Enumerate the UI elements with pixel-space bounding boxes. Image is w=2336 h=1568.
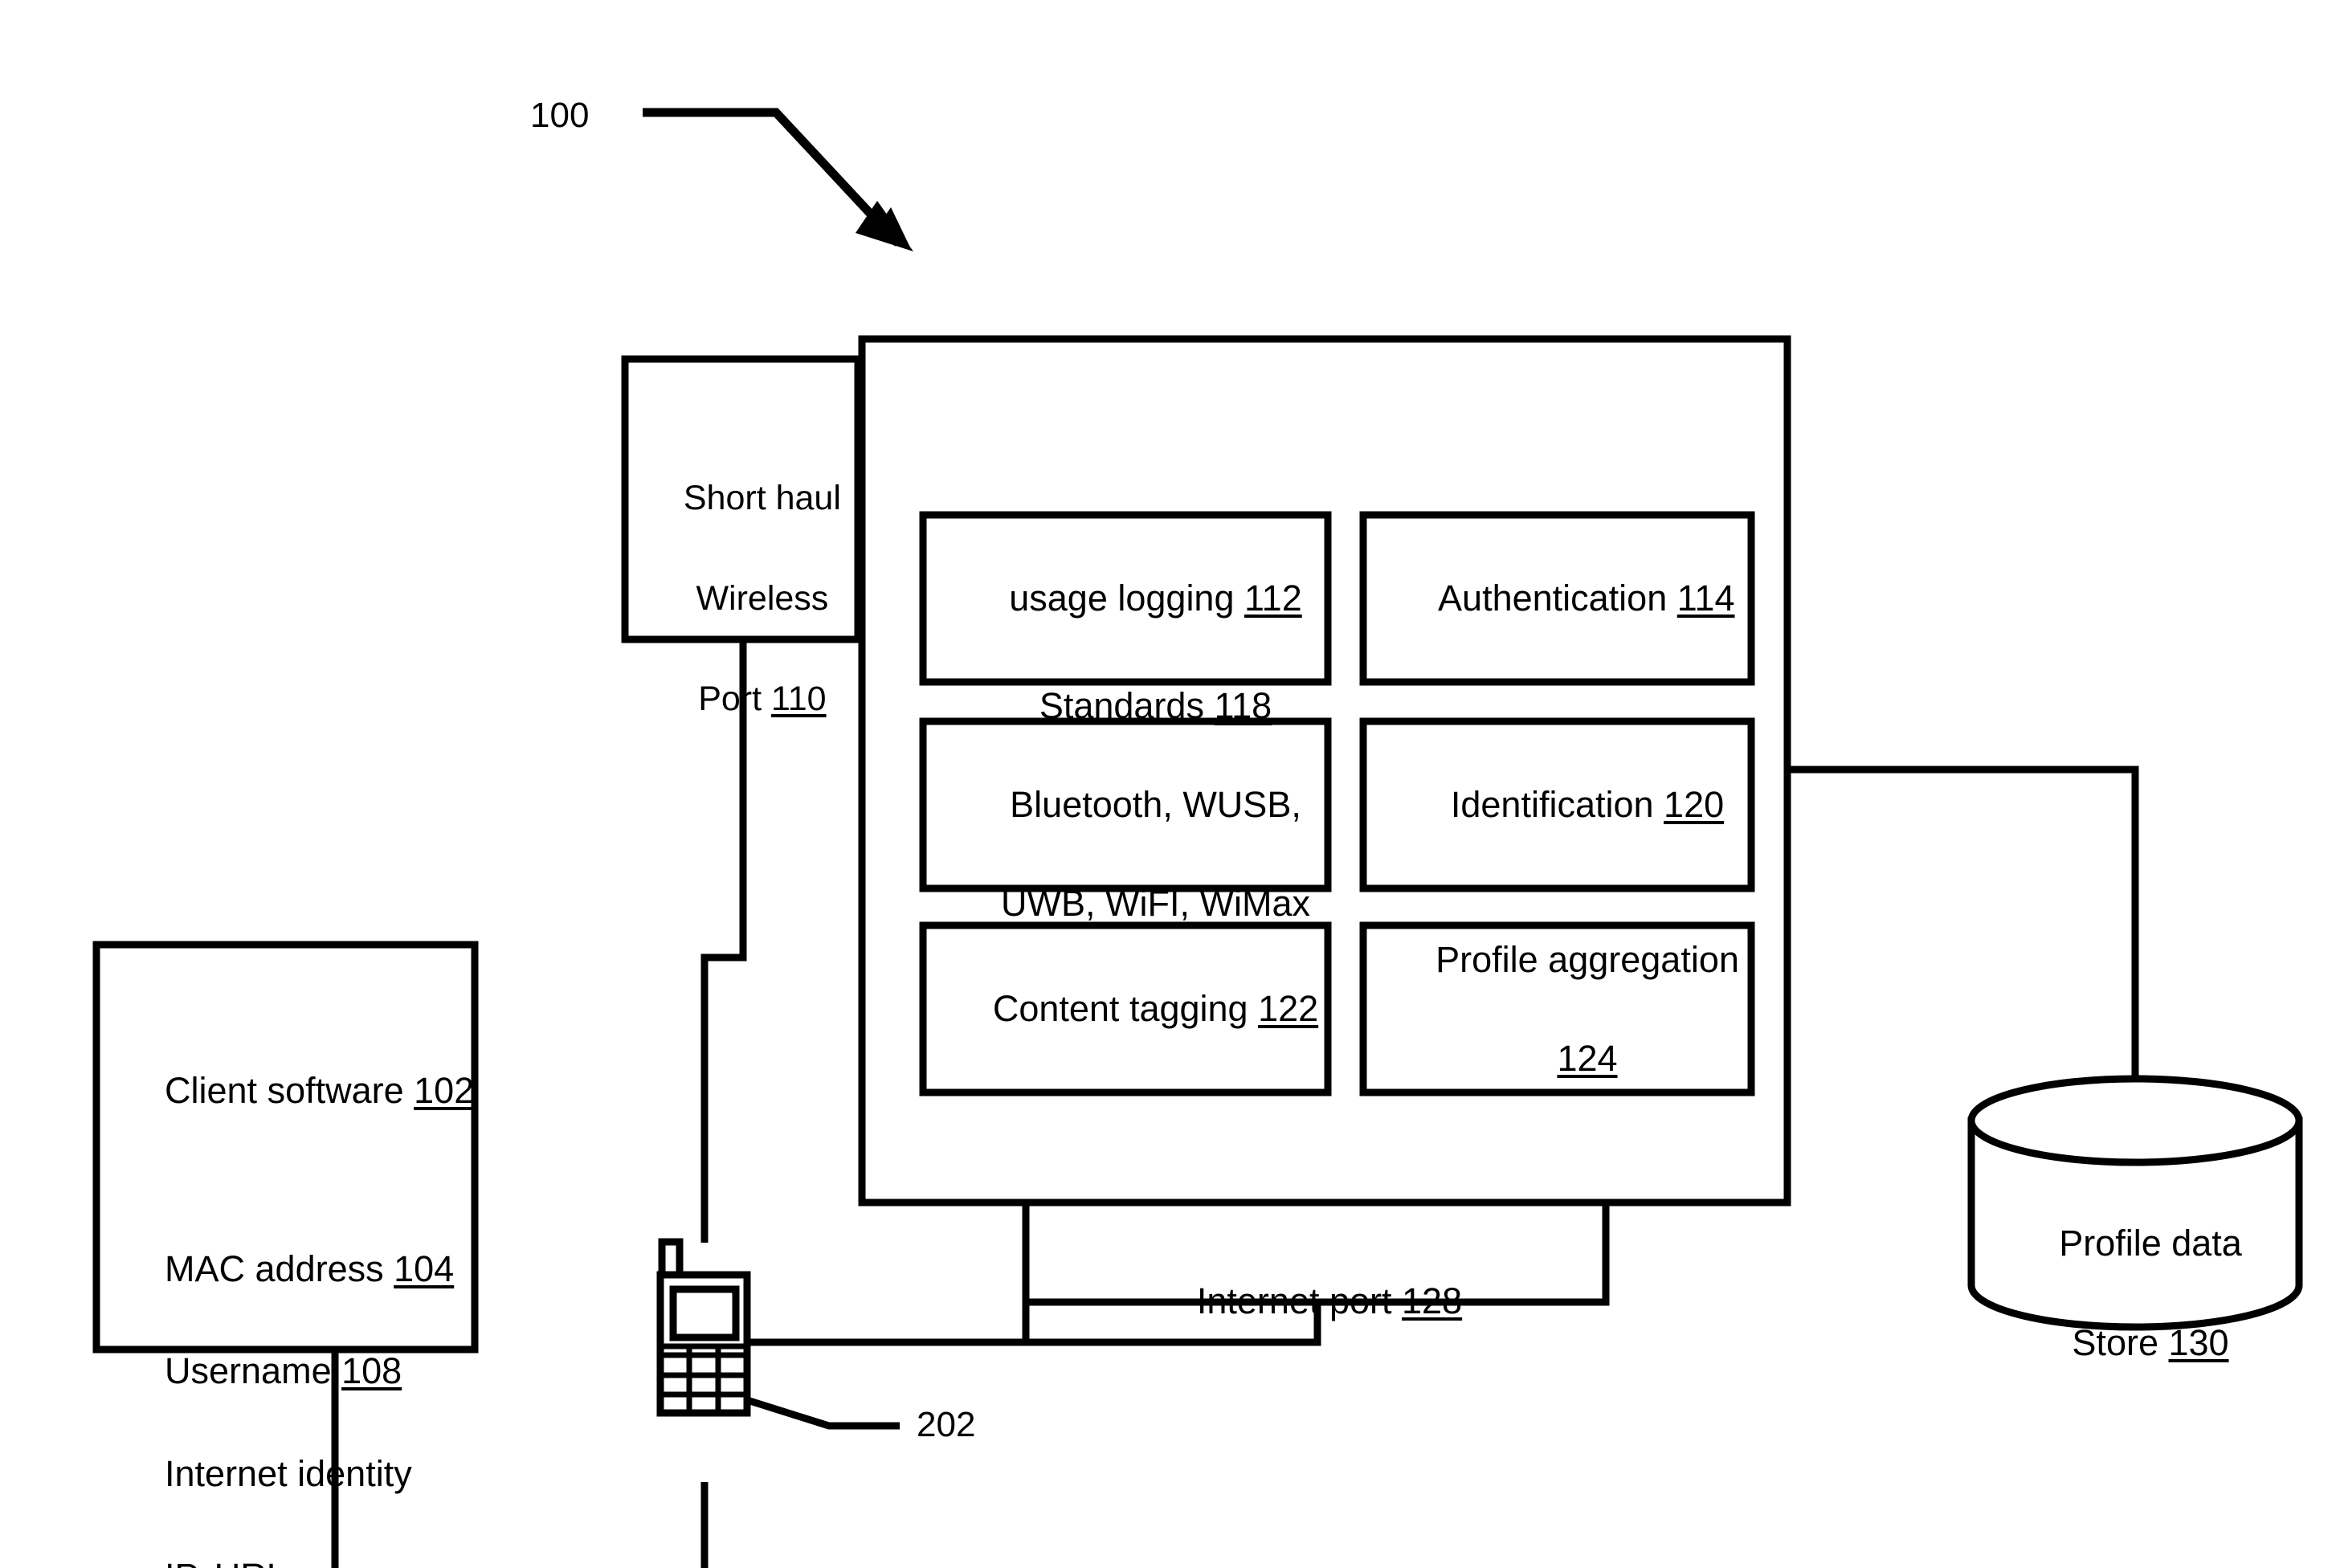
internet-port-label: Internet port 128 <box>1036 1237 1583 1365</box>
authentication-label: Authentication 114 <box>1363 525 1751 673</box>
mac-address-label: MAC address <box>165 1247 394 1289</box>
standards-line-2: Bluetooth, WUSB, <box>1010 784 1301 826</box>
standards-text: Standards <box>1039 684 1215 726</box>
profile-data-store-label: Profile data Store 130 <box>1978 1169 2283 1418</box>
mobile-phone-icon <box>656 1238 751 1417</box>
profile-data-store-ref-130: 130 <box>2168 1322 2229 1364</box>
authentication-text: Authentication <box>1438 578 1677 619</box>
usage-logging-ref-112: 112 <box>1244 578 1302 619</box>
content-tagging-label-wrap: Content tagging 122 <box>923 925 1328 1092</box>
standards-ref-118: 118 <box>1214 684 1272 726</box>
authentication-label-wrap: Authentication 114 <box>1363 515 1751 682</box>
authentication-ref-114: 114 <box>1676 578 1735 619</box>
callout-202-leader <box>743 1395 900 1430</box>
content-tagging-text: Content tagging <box>992 988 1259 1030</box>
identification-text: Identification <box>1450 784 1664 826</box>
connector-mainbox-to-datastore <box>1787 766 2139 1117</box>
short-haul-line-2: Wireless <box>696 579 829 619</box>
username-ref-108: 108 <box>341 1350 402 1392</box>
standards-line-3: UWB, WiFI, WiMax <box>1001 883 1310 925</box>
profile-aggregation-label-wrap: Profile aggregation 124 <box>1363 925 1751 1092</box>
internet-identity-label: Internet identity <box>165 1453 412 1495</box>
profile-data-store-line-2: Store <box>2072 1322 2169 1364</box>
profile-aggregation-ref-124: 124 <box>1557 1037 1618 1079</box>
identification-label-wrap: Identification 120 <box>1363 721 1751 888</box>
client-software-label: Client software 102 MAC address 104 User… <box>125 1014 542 1568</box>
client-software-spacer <box>125 1168 542 1192</box>
usage-logging-text: usage logging <box>1009 578 1244 619</box>
content-tagging-ref-122: 122 <box>1258 988 1319 1030</box>
figure-reference-100: 100 <box>530 96 590 135</box>
content-tagging-label: Content tagging 122 <box>923 935 1328 1084</box>
identification-ref-120: 120 <box>1664 784 1725 826</box>
profile-aggregation-text: Profile aggregation <box>1435 938 1739 980</box>
ip-url-label: IP, URL <box>165 1556 287 1568</box>
internet-port-ref-128: 128 <box>1402 1280 1463 1322</box>
standards-label-wrap: Standards 118 Bluetooth, WUSB, UWB, WiFI… <box>923 685 1328 925</box>
username-label: Username <box>165 1350 342 1392</box>
short-haul-line-3-label: Port <box>698 679 772 718</box>
short-haul-ref-110: 110 <box>771 679 827 718</box>
figure-100-leader <box>643 108 913 251</box>
profile-data-store-line-1: Profile data <box>2059 1223 2242 1264</box>
callout-reference-202: 202 <box>917 1405 976 1444</box>
short-haul-line-1: Short haul <box>683 479 841 518</box>
internet-port-text: Internet port <box>1196 1280 1403 1322</box>
short-haul-wireless-port-label: Short haul Wireless Port 110 <box>635 423 851 774</box>
identification-label: Identification 120 <box>1363 731 1751 880</box>
profile-aggregation-label: Profile aggregation 124 <box>1363 885 1751 1133</box>
patent-figure-canvas: 100 202 Short haul Wireless Port 110 Cli… <box>0 0 2336 1568</box>
client-software-ref-102: 102 <box>414 1069 475 1111</box>
mac-address-ref-104: 104 <box>394 1247 455 1289</box>
client-software-title: Client software <box>165 1069 415 1111</box>
